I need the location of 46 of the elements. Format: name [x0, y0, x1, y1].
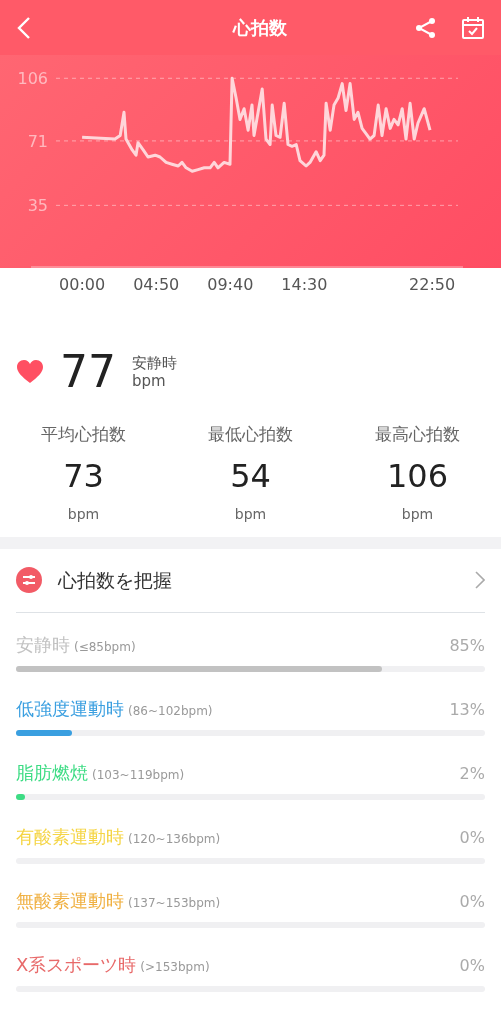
- zone-percentage: 0%: [459, 826, 485, 849]
- zone-percentage: 0%: [459, 954, 485, 977]
- zone-name: 脂肪燃焼: [16, 760, 88, 785]
- zone-range: (≤85bpm): [74, 638, 137, 656]
- unit-label: bpm: [401, 504, 434, 524]
- zone-range: (137~153bpm): [128, 894, 222, 912]
- x-axis-label: 04:50: [133, 275, 180, 294]
- unit-label: bpm: [132, 372, 167, 390]
- section-title: 心拍数を把握: [58, 567, 173, 593]
- stat-label: 最高心拍数: [375, 423, 460, 446]
- x-axis-label: 14:30: [281, 275, 328, 294]
- zone-name: 低強度運動時: [16, 696, 124, 721]
- y-axis-label: 71: [27, 131, 48, 151]
- stat-value: 54: [230, 455, 271, 497]
- x-axis-label: 00:00: [59, 275, 106, 294]
- stat-label: 最低心拍数: [208, 423, 293, 446]
- x-axis-label: 22:50: [409, 275, 456, 294]
- zone-percentage: 13%: [449, 698, 485, 721]
- zone-name: 安静時: [16, 632, 70, 657]
- zone-percentage: 85%: [449, 634, 485, 657]
- zone-range: (>153bpm): [140, 958, 211, 976]
- chevron-right-icon[interactable]: [475, 571, 485, 589]
- current-heart-rate: 77: [60, 350, 116, 394]
- stat-value: 106: [386, 455, 449, 497]
- y-axis-label: 35: [27, 196, 48, 216]
- x-axis-label: 09:40: [207, 275, 254, 294]
- unit-label: bpm: [67, 504, 100, 524]
- zone-range: (86~102bpm): [128, 702, 214, 720]
- zone-name: 有酸素運動時: [16, 824, 124, 849]
- settings-icon: [16, 567, 42, 593]
- back-button[interactable]: [16, 15, 32, 40]
- zone-range: (120~136bpm): [128, 830, 222, 848]
- unit-label: bpm: [234, 504, 267, 524]
- heart-icon: [16, 360, 44, 384]
- stat-label: 平均心拍数: [41, 423, 126, 446]
- calendar-icon[interactable]: [461, 15, 485, 40]
- zone-name: X系スポーツ時: [16, 952, 137, 977]
- state-label: 安静時: [132, 354, 177, 372]
- zone-percentage: 2%: [459, 762, 485, 785]
- zone-percentage: 0%: [459, 890, 485, 913]
- page-title: 心拍数: [231, 16, 287, 40]
- y-axis-label: 106: [17, 69, 48, 89]
- zone-name: 無酸素運動時: [16, 888, 124, 913]
- stat-value: 73: [63, 455, 104, 497]
- zone-range: (103~119bpm): [92, 766, 186, 784]
- share-icon[interactable]: [415, 15, 437, 40]
